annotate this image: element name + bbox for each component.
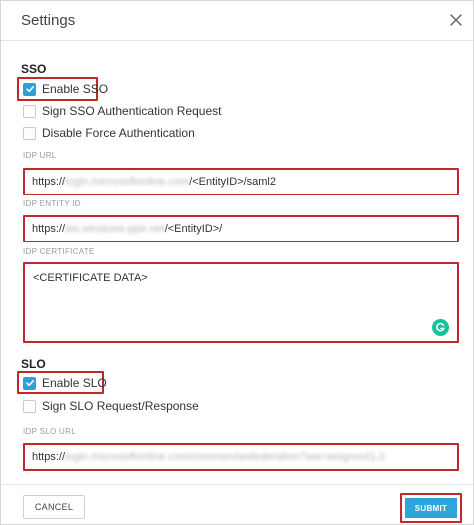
- idp-url-prefix: https://: [32, 176, 66, 188]
- slo-heading: SLO: [21, 357, 46, 371]
- idp-slo-url-redacted: login.microsoftonline.com/common/wsfeder…: [65, 451, 386, 463]
- sign-slo-row[interactable]: Sign SLO Request/Response: [23, 398, 199, 414]
- grammarly-icon[interactable]: [432, 319, 449, 336]
- idp-url-suffix: /<EntityID>/saml2: [189, 176, 276, 188]
- idp-url-label: IDP URL: [23, 151, 57, 160]
- disable-force-auth-label: Disable Force Authentication: [42, 126, 195, 140]
- idp-entity-id-label: IDP ENTITY ID: [23, 199, 81, 208]
- submit-button[interactable]: SUBMIT: [405, 498, 457, 518]
- enable-slo-checkbox-row[interactable]: Enable SLO: [23, 375, 107, 391]
- sign-slo-label: Sign SLO Request/Response: [42, 399, 199, 413]
- idp-certificate-label: IDP CERTIFICATE: [23, 247, 95, 256]
- idp-entity-id-redacted: sts.windows-ppe.net: [65, 223, 165, 235]
- settings-dialog: Settings SSO Enable SSO Sign SSO Authent…: [0, 0, 474, 525]
- idp-slo-url-prefix: https://: [32, 451, 66, 463]
- enable-sso-label: Enable SSO: [42, 82, 109, 96]
- idp-certificate-textarea[interactable]: <CERTIFICATE DATA>: [25, 264, 457, 341]
- sign-sso-request-checkbox[interactable]: [23, 104, 36, 118]
- dialog-header: Settings: [1, 1, 473, 41]
- idp-url-input[interactable]: https:// login.microsoftonline.com /<Ent…: [25, 170, 457, 194]
- idp-url-redacted: login.microsoftonline.com: [65, 176, 190, 188]
- checkmark-icon: [25, 380, 34, 387]
- disable-force-auth-row[interactable]: Disable Force Authentication: [23, 125, 195, 141]
- sso-heading: SSO: [21, 62, 47, 76]
- enable-sso-checkbox-row[interactable]: Enable SSO: [23, 81, 108, 97]
- idp-entity-id-input[interactable]: https:// sts.windows-ppe.net /<EntityID>…: [25, 217, 457, 241]
- idp-entity-id-suffix: /<EntityID>/: [164, 223, 223, 235]
- close-icon[interactable]: [447, 11, 465, 29]
- checkmark-icon: [25, 86, 34, 93]
- cancel-button[interactable]: CANCEL: [23, 495, 85, 519]
- sign-sso-request-row[interactable]: Sign SSO Authentication Request: [23, 103, 221, 119]
- enable-sso-checkbox[interactable]: [23, 82, 36, 96]
- dialog-title: Settings: [21, 12, 76, 29]
- footer-divider: [1, 484, 473, 485]
- idp-entity-id-prefix: https://: [32, 223, 66, 235]
- enable-slo-label: Enable SLO: [42, 376, 107, 390]
- idp-slo-url-label: IDP SLO URL: [23, 427, 76, 436]
- sign-slo-checkbox[interactable]: [23, 399, 36, 413]
- disable-force-auth-checkbox[interactable]: [23, 126, 36, 140]
- sign-sso-request-label: Sign SSO Authentication Request: [42, 104, 222, 118]
- idp-slo-url-input[interactable]: https:// login.microsoftonline.com/commo…: [25, 445, 457, 469]
- enable-slo-checkbox[interactable]: [23, 376, 36, 390]
